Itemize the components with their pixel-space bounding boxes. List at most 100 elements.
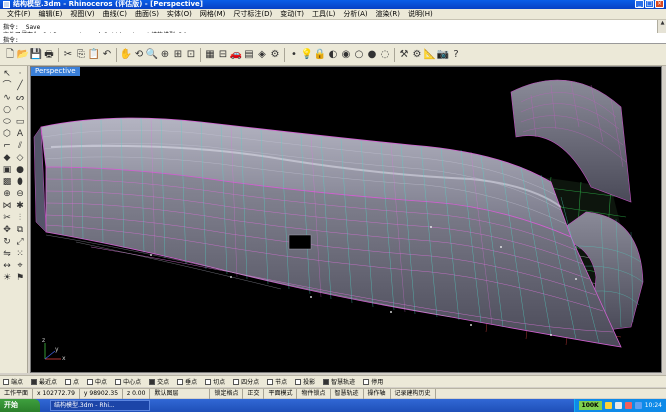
osnap-smarttrack[interactable]: 智慧轨迹 xyxy=(323,377,355,386)
analyze-icon[interactable]: ⌖ xyxy=(14,261,26,272)
ghosted-icon[interactable]: ◌ xyxy=(379,48,391,62)
boolean-difference-icon[interactable]: ⊖ xyxy=(14,189,26,200)
undo-icon[interactable]: ↶ xyxy=(101,48,113,62)
offset-icon[interactable]: ⫽ xyxy=(14,141,26,152)
new-file-icon[interactable]: 🗋 xyxy=(4,48,16,62)
maximize-button[interactable]: □ xyxy=(645,0,654,8)
osnap-end-checkbox[interactable] xyxy=(3,378,9,385)
rectangle-icon[interactable]: ▭ xyxy=(14,117,26,128)
osnap-near[interactable]: 最近点 xyxy=(31,377,57,386)
layer-icon[interactable]: ◈ xyxy=(256,48,268,62)
grid-snap-icon[interactable]: ▤ xyxy=(243,48,255,62)
menu-edit[interactable]: 编辑(E) xyxy=(35,9,67,20)
status-osnap[interactable]: 物件锁点 xyxy=(297,388,331,399)
paste-icon[interactable]: 📋 xyxy=(88,48,100,62)
menu-render[interactable]: 渲染(R) xyxy=(372,9,404,20)
explode-icon[interactable]: ✱ xyxy=(14,201,26,212)
tools-icon[interactable]: ⚙ xyxy=(411,48,423,62)
copy-icon[interactable]: ⎘ xyxy=(75,48,87,62)
select-point-icon[interactable]: • xyxy=(288,48,300,62)
start-button[interactable]: 开始 xyxy=(0,399,40,412)
light-icon[interactable]: 💡 xyxy=(301,48,313,62)
status-snap[interactable]: 锁定格点 xyxy=(210,388,244,399)
viewport-tab[interactable]: Perspective xyxy=(31,67,80,76)
menu-mesh[interactable]: 网格(M) xyxy=(196,9,230,20)
options-icon[interactable]: ⚒ xyxy=(398,48,410,62)
render-icon[interactable]: ● xyxy=(366,48,378,62)
polygon-icon[interactable]: ⬡ xyxy=(1,129,13,140)
osnap-tan[interactable]: 切点 xyxy=(205,377,225,386)
perspective-viewport[interactable]: Perspective x z y xyxy=(30,66,662,373)
scale-icon[interactable]: ⤢ xyxy=(14,237,26,248)
surface-icon[interactable]: ◆ xyxy=(1,153,13,164)
osnap-tan-checkbox[interactable] xyxy=(205,378,212,385)
osnap-mid[interactable]: 中点 xyxy=(87,377,107,386)
line-icon[interactable]: ╱ xyxy=(14,81,26,92)
tray-app-icon[interactable] xyxy=(604,402,612,409)
menu-curve[interactable]: 曲线(C) xyxy=(99,9,131,20)
car-icon[interactable]: 🚗 xyxy=(230,48,242,62)
arc-icon[interactable]: ◠ xyxy=(14,105,26,116)
tray-security-icon[interactable] xyxy=(624,402,632,409)
dimension-icon[interactable]: ↔ xyxy=(1,261,13,272)
point-icon[interactable]: · xyxy=(14,69,26,80)
menu-transform[interactable]: 变动(T) xyxy=(276,9,308,20)
polyline-icon[interactable]: ⌒ xyxy=(1,81,13,92)
open-file-icon[interactable]: 📂 xyxy=(17,48,29,62)
shade-icon[interactable]: ◉ xyxy=(340,48,352,62)
zoom-extents-icon[interactable]: ⊞ xyxy=(172,48,184,62)
osnap-project[interactable]: 投影 xyxy=(295,377,315,386)
scroll-up-icon[interactable]: ▲ xyxy=(658,20,666,27)
color-icon[interactable]: ◐ xyxy=(327,48,339,62)
circle-icon[interactable]: ○ xyxy=(1,105,13,116)
menu-dimension[interactable]: 尺寸标注(D) xyxy=(229,9,276,20)
free-curve-icon[interactable]: ᔕ xyxy=(14,93,26,104)
join-icon[interactable]: ⋈ xyxy=(1,201,13,212)
sphere-icon[interactable]: ● xyxy=(14,165,26,176)
cplane-icon[interactable]: ⊟ xyxy=(217,48,229,62)
osnap-quad[interactable]: 四分点 xyxy=(233,377,259,386)
osnap-knot[interactable]: 节点 xyxy=(267,377,287,386)
osnap-center-checkbox[interactable] xyxy=(115,378,122,385)
status-gumball[interactable]: 操作轴 xyxy=(364,388,391,399)
status-history[interactable]: 记录建构历史 xyxy=(391,388,436,399)
rotate-view-icon[interactable]: ⟲ xyxy=(133,48,145,62)
osnap-knot-checkbox[interactable] xyxy=(267,378,274,385)
move-icon[interactable]: ✥ xyxy=(1,225,13,236)
pan-icon[interactable]: ✋ xyxy=(120,48,132,62)
copy-object-icon[interactable]: ⧉ xyxy=(14,225,26,236)
zoom-selected-icon[interactable]: ⊡ xyxy=(185,48,197,62)
mesh-icon[interactable]: ▩ xyxy=(1,177,13,188)
osnap-perp[interactable]: 垂点 xyxy=(177,377,197,386)
minimize-button[interactable]: _ xyxy=(635,0,644,8)
properties-icon[interactable]: ⚙ xyxy=(269,48,281,62)
taskbar-rhino-item[interactable]: 结构模型.3dm - Rhi... xyxy=(50,400,150,411)
box-icon[interactable]: ▣ xyxy=(1,165,13,176)
text-icon[interactable]: A xyxy=(14,129,26,140)
osnap-quad-checkbox[interactable] xyxy=(233,378,240,385)
osnap-point[interactable]: 点 xyxy=(65,377,79,386)
help-icon[interactable]: ? xyxy=(450,48,462,62)
array-icon[interactable]: ⁙ xyxy=(14,249,26,260)
lock-icon[interactable]: 🔒 xyxy=(314,48,326,62)
command-prompt[interactable]: 指令: xyxy=(0,33,666,44)
split-icon[interactable]: ⫶ xyxy=(14,213,26,224)
menu-file[interactable]: 文件(F) xyxy=(3,9,35,20)
zoom-icon[interactable]: 🔍 xyxy=(146,48,158,62)
boolean-union-icon[interactable]: ⊕ xyxy=(1,189,13,200)
cylinder-icon[interactable]: ⬮ xyxy=(14,177,26,188)
zoom-window-icon[interactable]: ⊕ xyxy=(159,48,171,62)
osnap-smarttrack-checkbox[interactable] xyxy=(323,378,330,385)
loft-icon[interactable]: ◇ xyxy=(14,153,26,164)
osnap-disable-checkbox[interactable] xyxy=(363,378,370,385)
render-tool-icon[interactable]: ☀ xyxy=(1,273,13,284)
cut-icon[interactable]: ✂ xyxy=(62,48,74,62)
tray-network-icon[interactable] xyxy=(614,402,622,409)
status-smarttrack[interactable]: 智慧轨迹 xyxy=(331,388,364,399)
osnap-point-checkbox[interactable] xyxy=(65,378,72,385)
osnap-disable[interactable]: 停用 xyxy=(363,377,383,386)
wireframe-icon[interactable]: ○ xyxy=(353,48,365,62)
menu-tools[interactable]: 工具(L) xyxy=(308,9,339,20)
ellipse-icon[interactable]: ⬭ xyxy=(1,117,13,128)
osnap-project-checkbox[interactable] xyxy=(295,378,302,385)
